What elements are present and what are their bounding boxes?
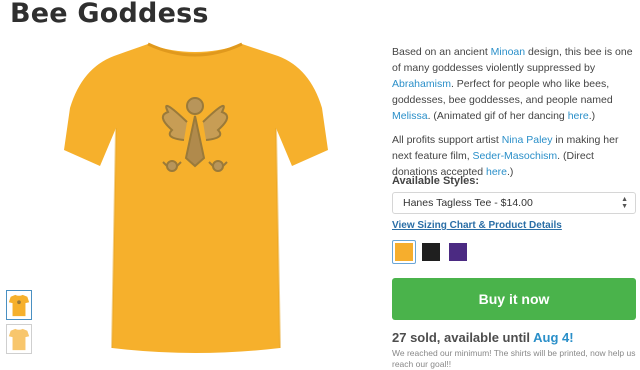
description-paragraph-1: Based on an ancient Minoan design, this …	[392, 46, 633, 122]
minoan-link[interactable]: Minoan	[491, 46, 525, 58]
updown-chevron-icon: ▲ ▼	[621, 196, 628, 210]
animated-gif-link[interactable]: here	[568, 110, 589, 122]
end-date: Aug 4!	[533, 330, 574, 345]
abrahamism-link[interactable]: Abrahamism	[392, 78, 451, 90]
bee-goddess-print	[161, 97, 229, 172]
style-select[interactable]: Hanes Tagless Tee - $14.00 ▲ ▼	[392, 192, 636, 214]
product-image	[60, 38, 330, 358]
seder-masochism-link[interactable]: Seder-Masochism	[473, 150, 558, 162]
color-swatch-purple[interactable]	[446, 240, 470, 264]
nina-paley-link[interactable]: Nina Paley	[502, 134, 553, 146]
donations-link[interactable]: here	[486, 166, 507, 178]
campaign-note: We reached our minimum! The shirts will …	[392, 348, 636, 369]
color-swatch-gold[interactable]	[392, 240, 416, 264]
tshirt-shape	[64, 44, 328, 353]
product-description: Based on an ancient Minoan design, this …	[392, 44, 636, 188]
description-paragraph-2: All profits support artist Nina Paley in…	[392, 134, 619, 178]
buy-now-button[interactable]: Buy it now	[392, 278, 636, 320]
available-styles-label: Available Styles:	[392, 175, 480, 187]
page-title: Bee Goddess	[10, 0, 209, 29]
sold-status: 27 sold, available until Aug 4!	[392, 330, 574, 345]
color-swatch-black[interactable]	[419, 240, 443, 264]
thumbnail-back[interactable]	[6, 324, 32, 354]
sizing-chart-link[interactable]: View Sizing Chart & Product Details	[392, 220, 562, 231]
melissa-link[interactable]: Melissa	[392, 110, 428, 122]
style-select-value: Hanes Tagless Tee - $14.00	[403, 197, 533, 209]
thumbnail-front[interactable]	[6, 290, 32, 320]
